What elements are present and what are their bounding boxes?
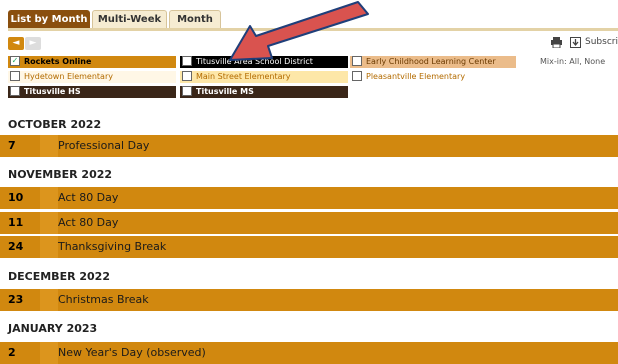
event-title: Christmas Break — [58, 293, 149, 306]
calendar-titusville-district[interactable]: Titusville Area School District — [180, 56, 348, 68]
month-heading: NOVEMBER 2022 — [8, 168, 113, 181]
event-row[interactable]: 23 Christmas Break — [0, 289, 618, 311]
next-button[interactable]: ► — [25, 37, 41, 50]
calendar-label: Early Childhood Learning Center — [366, 57, 496, 66]
mixin-options[interactable]: Mix-in: All, None — [540, 56, 605, 68]
tab-list-by-month[interactable]: List by Month — [8, 10, 90, 28]
event-stripe — [40, 212, 58, 234]
print-icon[interactable] — [551, 37, 562, 48]
month-heading: OCTOBER 2022 — [8, 118, 102, 131]
calendar-label: Pleasantville Elementary — [366, 72, 466, 81]
event-stripe — [40, 187, 58, 209]
calendar-rockets-online[interactable]: ✓ Rockets Online — [8, 56, 176, 68]
tab-month[interactable]: Month — [169, 10, 221, 28]
event-row[interactable]: 7 Professional Day — [0, 135, 618, 157]
checkbox-icon[interactable] — [182, 56, 192, 66]
event-row[interactable]: 11 Act 80 Day — [0, 212, 618, 234]
event-day: 24 — [8, 240, 24, 253]
subscribe-icon[interactable] — [570, 37, 581, 48]
checkbox-icon[interactable] — [182, 86, 192, 96]
event-row[interactable]: 2 New Year's Day (observed) — [0, 342, 618, 364]
event-stripe — [40, 289, 58, 311]
event-stripe — [40, 342, 58, 364]
calendar-label: Main Street Elementary — [196, 72, 291, 81]
calendar-early-childhood[interactable]: Early Childhood Learning Center — [350, 56, 516, 68]
calendar-label: Hydetown Elementary — [24, 72, 113, 81]
checkbox-icon[interactable] — [352, 56, 362, 66]
calendar-hydetown[interactable]: Hydetown Elementary — [8, 71, 176, 83]
calendar-titusville-ms[interactable]: Titusville MS — [180, 86, 348, 98]
calendar-label: Rockets Online — [24, 57, 92, 66]
tab-multi-week[interactable]: Multi-Week — [92, 10, 167, 28]
event-title: Act 80 Day — [58, 191, 119, 204]
calendar-label: Titusville MS — [196, 87, 254, 96]
month-heading: JANUARY 2023 — [8, 322, 98, 335]
event-title: Professional Day — [58, 139, 150, 152]
calendar-label: Titusville HS — [24, 87, 81, 96]
checkbox-icon[interactable] — [10, 86, 20, 96]
event-day: 23 — [8, 293, 24, 306]
checkbox-icon[interactable] — [352, 71, 362, 81]
annotation-arrow-icon — [229, 1, 369, 61]
event-row[interactable]: 10 Act 80 Day — [0, 187, 618, 209]
calendar-pleasantville[interactable]: Pleasantville Elementary — [350, 71, 516, 83]
event-row[interactable]: 24 Thanksgiving Break — [0, 236, 618, 258]
calendar-label: Titusville Area School District — [196, 57, 313, 66]
event-title: New Year's Day (observed) — [58, 346, 206, 359]
tab-divider — [8, 28, 618, 31]
checkbox-checked-icon[interactable]: ✓ — [10, 56, 20, 66]
event-day: 7 — [8, 139, 16, 152]
event-stripe — [40, 135, 58, 157]
subscribe-link[interactable]: Subscrib — [585, 37, 618, 47]
event-title: Act 80 Day — [58, 216, 119, 229]
calendar-main-street[interactable]: Main Street Elementary — [180, 71, 348, 83]
checkbox-icon[interactable] — [10, 71, 20, 81]
event-day: 11 — [8, 216, 24, 229]
calendar-titusville-hs[interactable]: Titusville HS — [8, 86, 176, 98]
month-heading: DECEMBER 2022 — [8, 270, 110, 283]
event-stripe — [40, 236, 58, 258]
event-day: 10 — [8, 191, 24, 204]
checkbox-icon[interactable] — [182, 71, 192, 81]
event-day: 2 — [8, 346, 16, 359]
event-title: Thanksgiving Break — [58, 240, 167, 253]
previous-button[interactable]: ◄ — [8, 37, 24, 50]
